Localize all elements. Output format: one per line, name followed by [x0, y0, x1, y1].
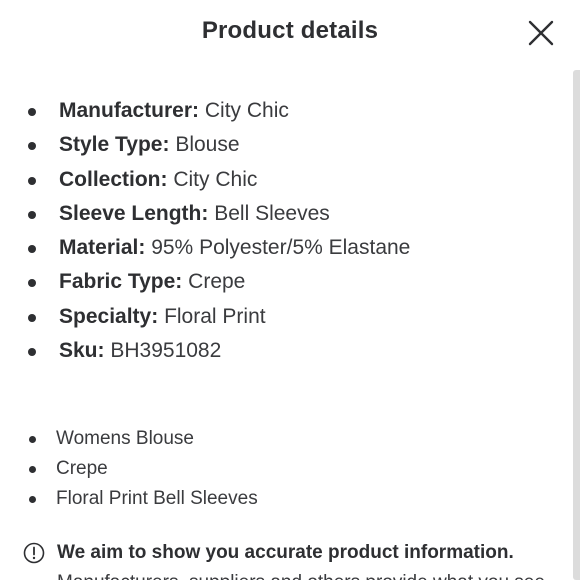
scrollbar[interactable] — [573, 70, 580, 580]
close-icon — [528, 20, 554, 46]
bullet — [29, 496, 36, 503]
spec-value: Crepe — [188, 270, 246, 294]
spec-item-fabric-type: Fabric Type: Crepe — [0, 263, 570, 297]
bullet — [28, 176, 36, 185]
bullet — [28, 210, 36, 219]
modal-content: Manufacturer: City Chic Style Type: Blou… — [0, 92, 570, 509]
spec-key: Material: — [59, 236, 146, 260]
highlight-text: Crepe — [56, 458, 108, 479]
spec-item-sku: Sku: BH3951082 — [0, 332, 570, 366]
bullet — [28, 142, 36, 151]
spec-item-sleeve-length: Sleeve Length: Bell Sleeves — [0, 195, 570, 229]
spec-value: City Chic — [173, 167, 258, 191]
spec-value: 95% Polyester/5% Elastane — [151, 236, 411, 260]
info-icon — [23, 542, 45, 564]
spec-item-collection: Collection: City Chic — [0, 161, 570, 195]
bullet — [29, 436, 36, 443]
highlights-list: Womens Blouse Crepe Floral Print Bell Sl… — [0, 424, 258, 514]
spec-key: Sleeve Length: — [59, 201, 209, 225]
spec-key: Style Type: — [59, 133, 170, 157]
spec-key: Fabric Type: — [59, 270, 183, 294]
modal-header: Product details — [0, 0, 580, 66]
spec-key: Specialty: — [59, 304, 159, 328]
modal-title: Product details — [201, 17, 379, 44]
spec-key: Sku: — [59, 339, 105, 363]
bullet — [28, 348, 36, 357]
highlight-item: Floral Print Bell Sleeves — [0, 484, 258, 514]
spec-value: City Chic — [204, 99, 289, 122]
spec-key: Collection: — [59, 167, 168, 191]
bullet — [29, 466, 36, 473]
notice-body: Manufacturers, suppliers and others prov… — [57, 570, 545, 580]
spec-item-material: Material: 95% Polyester/5% Elastane — [0, 229, 570, 263]
highlight-text: Floral Print Bell Sleeves — [56, 488, 258, 509]
highlight-item: Crepe — [0, 454, 258, 484]
spec-item-manufacturer: Manufacturer: City Chic — [0, 92, 570, 126]
bullet — [28, 108, 36, 116]
highlight-text: Womens Blouse — [56, 428, 194, 449]
spec-value: Bell Sleeves — [214, 201, 330, 225]
spec-value: Blouse — [175, 133, 240, 157]
bullet — [28, 279, 36, 288]
spec-key: Manufacturer: — [59, 99, 200, 122]
product-details-modal: Product details Manufacturer: City Chic … — [0, 0, 580, 580]
specifications-list: Manufacturer: City Chic Style Type: Blou… — [0, 92, 570, 366]
bullet — [28, 313, 36, 322]
close-button[interactable] — [526, 18, 556, 48]
spec-item-specialty: Specialty: Floral Print — [0, 298, 570, 332]
highlight-item: Womens Blouse — [0, 424, 258, 454]
spec-item-style-type: Style Type: Blouse — [0, 126, 570, 160]
spec-value: Floral Print — [164, 304, 266, 328]
notice-headline: We aim to show you accurate product info… — [57, 542, 514, 563]
bullet — [28, 245, 36, 254]
spec-value: BH3951082 — [110, 339, 222, 363]
